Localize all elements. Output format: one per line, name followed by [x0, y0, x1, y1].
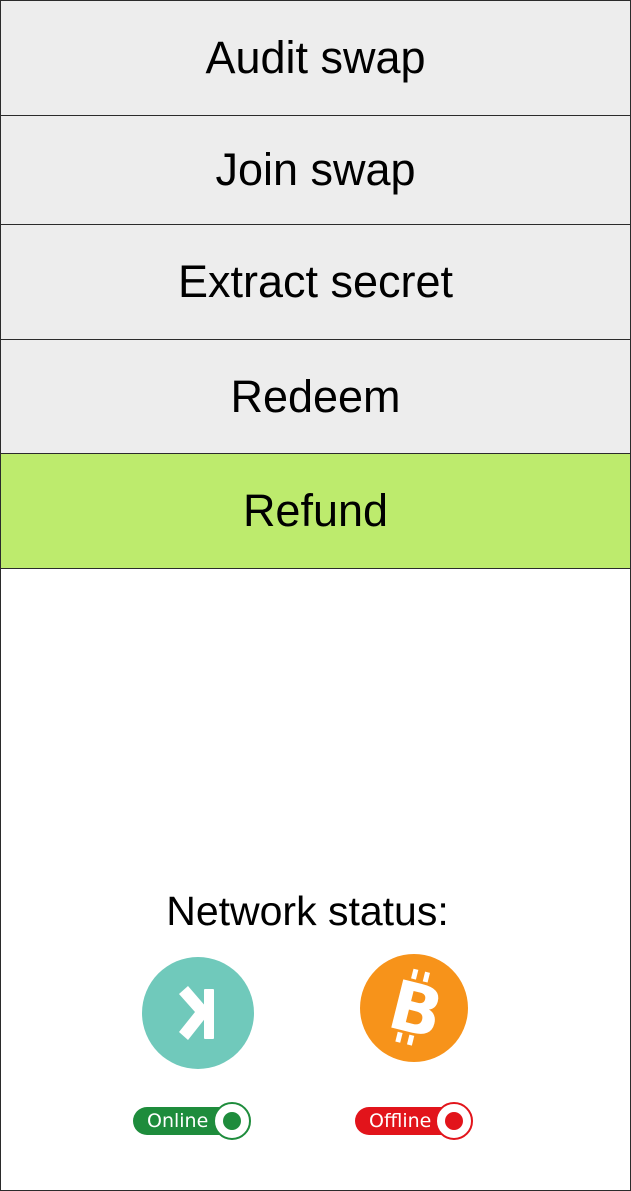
bitcoin-status-toggle[interactable]: Offline [355, 1100, 477, 1140]
audit-swap-button[interactable]: Audit swap [0, 0, 631, 116]
kaspa-toggle-knob [213, 1102, 251, 1140]
kaspa-logo-icon [141, 956, 255, 1070]
network-status-title: Network status: [166, 888, 449, 934]
refund-button[interactable]: Refund [0, 453, 631, 569]
bitcoin-toggle-knob [435, 1102, 473, 1140]
redeem-button[interactable]: Redeem [0, 339, 631, 454]
extract-secret-button[interactable]: Extract secret [0, 224, 631, 340]
kaspa-status-toggle[interactable]: Online [133, 1100, 255, 1140]
bitcoin-logo-icon: B [359, 953, 469, 1063]
join-swap-button[interactable]: Join swap [0, 115, 631, 225]
